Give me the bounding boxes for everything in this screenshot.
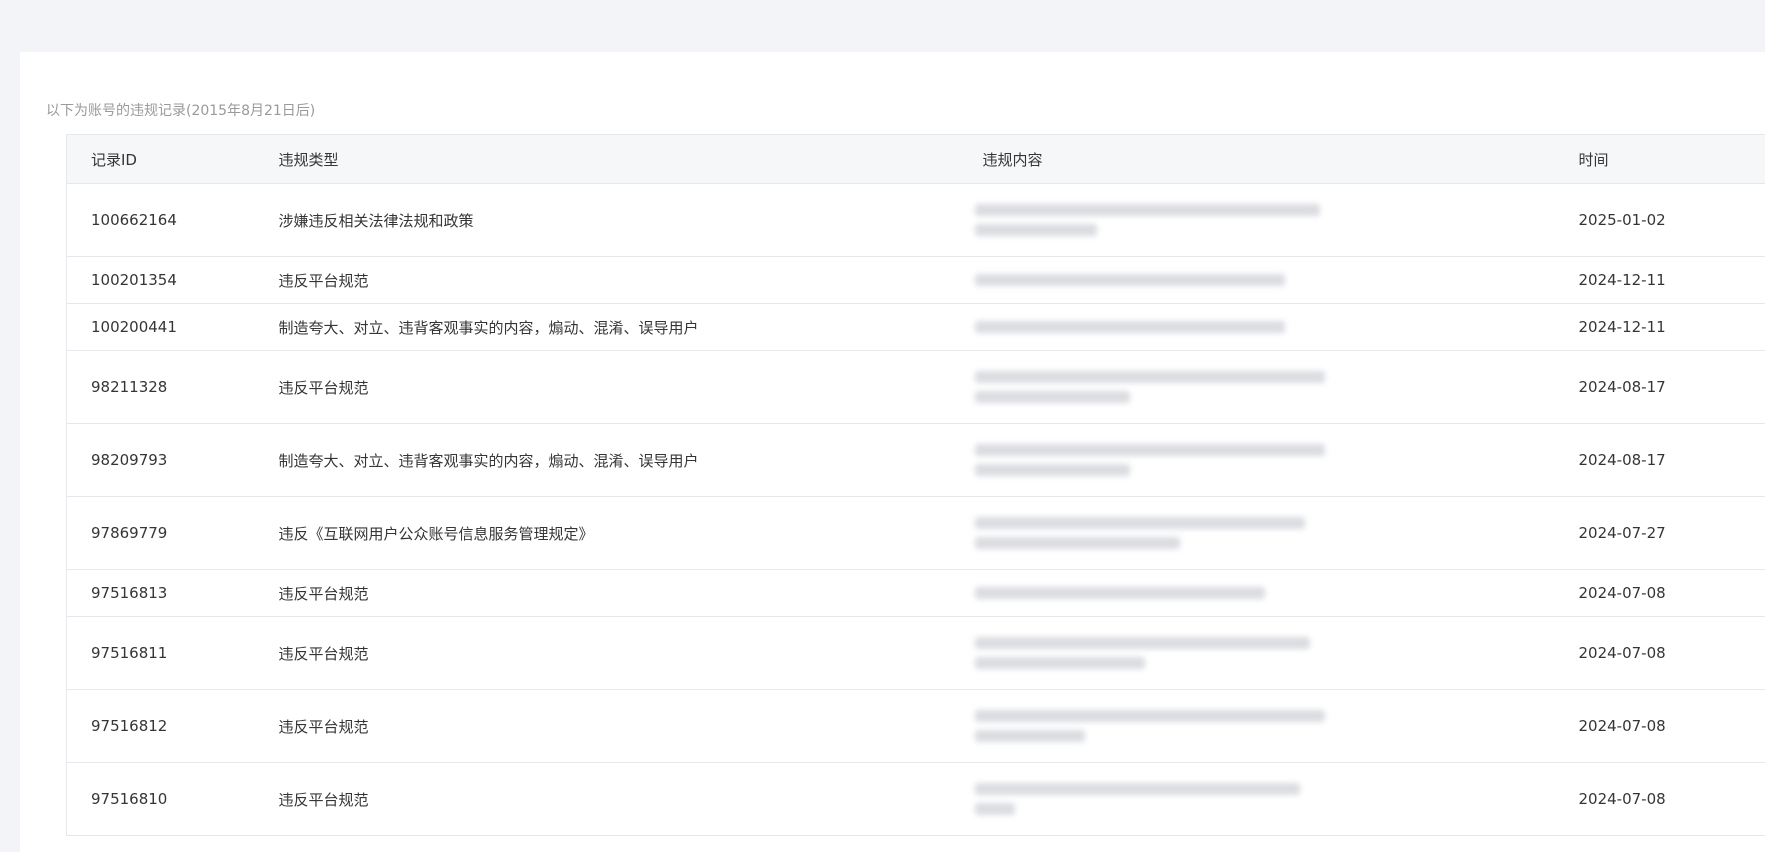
table-row: 97516812 违反平台规范 2024-07-08 — [66, 689, 1765, 763]
violation-content-cell-redacted — [958, 183, 1555, 257]
time-cell: 2024-12-11 — [1554, 256, 1765, 304]
redacted-content — [974, 587, 1555, 599]
time-cell: 2024-07-08 — [1554, 689, 1765, 763]
redacted-line — [974, 371, 1325, 383]
violation-content-cell-redacted — [958, 689, 1555, 763]
violation-content-cell-redacted — [958, 303, 1555, 351]
violation-content-cell-redacted — [958, 423, 1555, 497]
table-row: 97516810 违反平台规范 2024-07-08 — [66, 762, 1765, 836]
violation-content-cell-redacted — [958, 616, 1555, 690]
redacted-line — [974, 803, 1015, 815]
redacted-line — [974, 517, 1305, 529]
column-header-violation-content: 违规内容 — [958, 134, 1555, 184]
redacted-line — [974, 730, 1085, 742]
redacted-content — [974, 710, 1555, 742]
violation-type-cell: 制造夸大、对立、违背客观事实的内容，煽动、混淆、误导用户 — [254, 303, 959, 351]
redacted-content — [974, 783, 1555, 815]
redacted-line — [974, 321, 1285, 333]
redacted-content — [974, 321, 1555, 333]
redacted-line — [974, 637, 1310, 649]
violation-type-cell: 违反平台规范 — [254, 256, 959, 304]
violation-content-cell-redacted — [958, 350, 1555, 424]
violation-content-cell-redacted — [958, 762, 1555, 836]
time-cell: 2025-01-02 — [1554, 183, 1765, 257]
redacted-content — [974, 517, 1555, 549]
record-id-cell: 97516811 — [66, 616, 255, 690]
record-id-cell: 98211328 — [66, 350, 255, 424]
column-header-violation-type: 违规类型 — [254, 134, 959, 184]
redacted-line — [974, 224, 1097, 236]
record-id-cell: 100201354 — [66, 256, 255, 304]
redacted-content — [974, 204, 1555, 236]
redacted-line — [974, 444, 1325, 456]
redacted-line — [974, 204, 1320, 216]
violation-content-cell-redacted — [958, 569, 1555, 617]
redacted-content — [974, 371, 1555, 403]
redacted-line — [974, 657, 1145, 669]
time-cell: 2024-07-08 — [1554, 616, 1765, 690]
table-row: 100201354 违反平台规范 2024-12-11 — [66, 256, 1765, 304]
redacted-line — [974, 537, 1180, 549]
violation-type-cell: 违反平台规范 — [254, 616, 959, 690]
redacted-line — [974, 391, 1130, 403]
redacted-content — [974, 444, 1555, 476]
record-id-cell: 98209793 — [66, 423, 255, 497]
violation-type-cell: 违反平台规范 — [254, 569, 959, 617]
violation-type-cell: 违反平台规范 — [254, 350, 959, 424]
violation-type-cell: 涉嫌违反相关法律法规和政策 — [254, 183, 959, 257]
time-cell: 2024-07-08 — [1554, 762, 1765, 836]
table-row: 97516811 违反平台规范 2024-07-08 — [66, 616, 1765, 690]
time-cell: 2024-08-17 — [1554, 350, 1765, 424]
record-id-cell: 97516810 — [66, 762, 255, 836]
table-row: 97516813 违反平台规范 2024-07-08 — [66, 569, 1765, 617]
redacted-line — [974, 587, 1265, 599]
redacted-line — [974, 464, 1130, 476]
violation-type-cell: 制造夸大、对立、违背客观事实的内容，煽动、混淆、误导用户 — [254, 423, 959, 497]
redacted-content — [974, 637, 1555, 669]
records-caption: 以下为账号的违规记录(2015年8月21日后) — [46, 103, 316, 119]
record-id-cell: 97516813 — [66, 569, 255, 617]
redacted-line — [974, 783, 1300, 795]
time-cell: 2024-07-27 — [1554, 496, 1765, 570]
redacted-line — [974, 710, 1325, 722]
table-row: 98209793 制造夸大、对立、违背客观事实的内容，煽动、混淆、误导用户 20… — [66, 423, 1765, 497]
time-cell: 2024-08-17 — [1554, 423, 1765, 497]
table-row: 97869779 违反《互联网用户公众账号信息服务管理规定》 2024-07-2… — [66, 496, 1765, 570]
table-row: 100200441 制造夸大、对立、违背客观事实的内容，煽动、混淆、误导用户 2… — [66, 303, 1765, 351]
record-id-cell: 97869779 — [66, 496, 255, 570]
table-row: 98211328 违反平台规范 2024-08-17 — [66, 350, 1765, 424]
violation-content-cell-redacted — [958, 496, 1555, 570]
violation-type-cell: 违反平台规范 — [254, 762, 959, 836]
violation-type-cell: 违反平台规范 — [254, 689, 959, 763]
column-header-time: 时间 — [1554, 134, 1765, 184]
record-id-cell: 100662164 — [66, 183, 255, 257]
redacted-line — [974, 274, 1285, 286]
violation-content-cell-redacted — [958, 256, 1555, 304]
table-header-row: 记录ID 违规类型 违规内容 时间 — [66, 134, 1765, 184]
record-id-cell: 100200441 — [66, 303, 255, 351]
table-row: 100662164 涉嫌违反相关法律法规和政策 2025-01-02 — [66, 183, 1765, 257]
record-id-cell: 97516812 — [66, 689, 255, 763]
violation-type-cell: 违反《互联网用户公众账号信息服务管理规定》 — [254, 496, 959, 570]
time-cell: 2024-07-08 — [1554, 569, 1765, 617]
violation-records-table: 记录ID 违规类型 违规内容 时间 100662164 涉嫌违反相关法律法规和政… — [66, 134, 1765, 836]
time-cell: 2024-12-11 — [1554, 303, 1765, 351]
redacted-content — [974, 274, 1555, 286]
column-header-record-id: 记录ID — [66, 134, 255, 184]
